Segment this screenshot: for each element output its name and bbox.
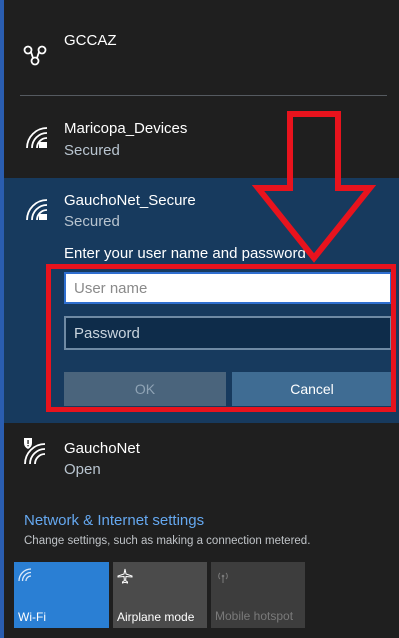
tile-label: Airplane mode [117, 610, 195, 624]
password-input[interactable] [64, 316, 392, 350]
airplane-mode-tile[interactable]: Airplane mode [113, 562, 207, 628]
network-settings-link[interactable]: Network & Internet settings [24, 512, 204, 529]
wifi-icon [18, 568, 32, 582]
wifi-open-warning-icon [24, 438, 46, 465]
username-input[interactable] [64, 272, 392, 304]
ok-button[interactable]: OK [64, 372, 226, 406]
network-item-gauchonet[interactable]: GauchoNet Open [4, 428, 399, 488]
airplane-icon [117, 568, 133, 584]
cellular-network-icon [23, 45, 47, 66]
network-name: GauchoNet_Secure [64, 192, 196, 209]
network-item-gccaz[interactable]: GCCAZ [4, 20, 399, 90]
network-flyout: GCCAZ Maricopa_Devices Secured GauchoNet… [0, 0, 399, 638]
mobile-hotspot-tile[interactable]: Mobile hotspot [211, 562, 305, 628]
network-name: GauchoNet [64, 440, 140, 457]
tile-label: Mobile hotspot [215, 609, 294, 623]
network-name: Maricopa_Devices [64, 120, 188, 137]
network-name: GCCAZ [64, 32, 117, 49]
hotspot-icon [218, 572, 228, 583]
network-settings-description: Change settings, such as making a connec… [24, 535, 311, 547]
network-item-gauchonet-secure[interactable]: GauchoNet_Secure Secured [4, 178, 399, 238]
wifi-secured-icon [26, 127, 48, 149]
network-status: Secured [64, 142, 120, 159]
network-status: Open [64, 461, 101, 478]
cancel-button[interactable]: Cancel [232, 372, 392, 406]
tile-label: Wi-Fi [18, 610, 46, 624]
login-prompt: Enter your user name and password [64, 245, 306, 262]
divider [20, 95, 387, 96]
network-item-maricopa-devices[interactable]: Maricopa_Devices Secured [4, 108, 399, 173]
wifi-secured-icon [26, 199, 48, 221]
wifi-toggle-tile[interactable]: Wi-Fi [14, 562, 109, 628]
network-status: Secured [64, 213, 120, 230]
